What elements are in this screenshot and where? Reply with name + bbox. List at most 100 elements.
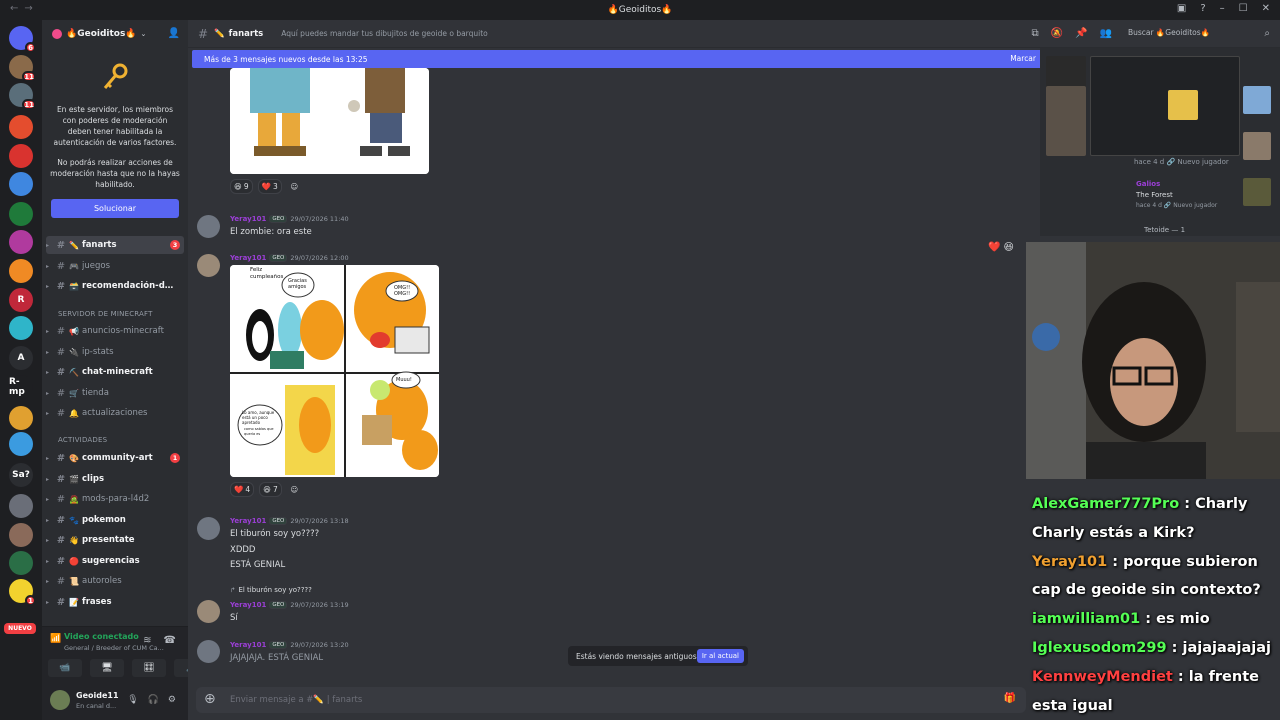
fanart-image[interactable]	[230, 68, 429, 174]
laugh-icon[interactable]: 😆	[1003, 242, 1013, 253]
server-icon[interactable]: 1	[9, 579, 36, 606]
message-author[interactable]: Yeray101	[230, 517, 266, 525]
disconnect-icon[interactable]: ☎	[164, 635, 176, 646]
hover-reactions[interactable]: ❤️ 😆	[988, 242, 1014, 253]
server-icon[interactable]: 11	[9, 55, 36, 82]
avatar[interactable]	[197, 517, 220, 540]
avatar[interactable]	[197, 600, 220, 623]
mfa-warning-text: En este servidor, los miembros con poder…	[53, 105, 177, 147]
server-icon[interactable]	[9, 259, 33, 283]
comic-image[interactable]: Feliz cumpleaños Gracias amigos OMG!! OM…	[230, 265, 439, 477]
camera-button[interactable]: 📹	[48, 659, 82, 677]
channel-item[interactable]: ▸ # 🎮 juegos	[46, 257, 184, 275]
heart-icon[interactable]: ❤️	[988, 242, 1000, 253]
reaction-pill[interactable]: 😆 9	[230, 179, 253, 194]
server-icon[interactable]	[9, 523, 33, 547]
gift-icon[interactable]: 🎁	[1004, 693, 1016, 704]
server-label: R	[17, 295, 25, 305]
gear-icon[interactable]: ⚙	[168, 695, 176, 705]
server-icon[interactable]: R	[9, 288, 33, 312]
avatar[interactable]	[50, 690, 70, 710]
server-icon[interactable]	[9, 172, 33, 196]
invite-icon[interactable]: 👤	[168, 28, 180, 39]
nav-arrows-icon[interactable]: ←→	[10, 3, 39, 14]
message-author[interactable]: Yeray101	[230, 254, 266, 262]
channel-item[interactable]: ▸ # 🔌 ip-stats	[46, 343, 184, 361]
microphone-icon[interactable]: 🎙	[127, 695, 138, 705]
server-icon[interactable]	[9, 144, 33, 168]
channel-item[interactable]: ▸ # 🔔 actualizaciones	[46, 404, 184, 422]
stream-thumbnail[interactable]	[1046, 86, 1086, 156]
server-header[interactable]: 🔥Geoiditos🔥 ⌄ 👤	[42, 20, 188, 48]
server-icon[interactable]: Sa?	[9, 463, 33, 487]
category-activities[interactable]: ACTIVIDADES	[58, 436, 107, 444]
activity-button[interactable]: 🎛	[132, 659, 166, 677]
reaction-pill[interactable]: 😆 7	[259, 482, 282, 497]
avatar[interactable]	[197, 215, 220, 238]
chevron-right-icon: ▸	[46, 368, 50, 376]
search-icon[interactable]: ⌕	[1264, 28, 1270, 39]
mark-read-button[interactable]: Marcar	[1010, 54, 1036, 63]
channel-item[interactable]: ▸ # 🎬 clips	[46, 470, 184, 488]
jump-to-present-button[interactable]: Ir al actual	[696, 649, 744, 663]
channel-item[interactable]: ▸ # 🐾 pokemon	[46, 511, 184, 529]
threads-icon[interactable]: ⧉	[1032, 28, 1039, 39]
member-name[interactable]: Galios	[1136, 180, 1160, 188]
server-icon[interactable]: 11	[9, 83, 36, 110]
server-icon[interactable]	[9, 316, 33, 340]
message-input[interactable]: ⊕ Enviar mensaje a #✏️ | fanarts 🎁	[196, 687, 1026, 713]
message-author[interactable]: Yeray101	[230, 641, 266, 649]
members-icon[interactable]: 👥	[1100, 28, 1112, 39]
maximize-icon[interactable]: ☐	[1239, 3, 1248, 14]
search-input[interactable]: Buscar 🔥Geoiditos🔥	[1128, 28, 1210, 37]
stream-thumbnail[interactable]	[1168, 90, 1198, 120]
minimize-icon[interactable]: –	[1220, 3, 1225, 14]
channel-item[interactable]: ▸ # 🎨 community-art 1	[46, 449, 184, 467]
bell-icon[interactable]: 🔕	[1051, 28, 1063, 39]
add-reaction-icon[interactable]: ☺	[287, 482, 302, 497]
channel-item[interactable]: ▸ # 📜 autoroles	[46, 572, 184, 590]
channel-item[interactable]: ▸ # 🧟 mods-para-l4d2	[46, 490, 184, 508]
noise-suppression-icon[interactable]: ≋	[143, 635, 151, 646]
headphones-icon[interactable]: 🎧	[148, 695, 159, 705]
server-icon[interactable]	[9, 551, 33, 575]
channel-topic[interactable]: Aquí puedes mandar tus dibujitos de geoi…	[281, 29, 488, 38]
channel-item[interactable]: ▸ # 📢 anuncios-minecraft	[46, 322, 184, 340]
plus-icon[interactable]: ⊕	[204, 691, 216, 707]
new-messages-banner[interactable]: Más de 3 mensajes nuevos desde las 13:25…	[192, 50, 1042, 68]
close-icon[interactable]: ✕	[1262, 3, 1270, 14]
server-icon[interactable]	[9, 432, 33, 456]
inbox-icon[interactable]: ▣	[1177, 3, 1186, 14]
server-icon[interactable]	[9, 115, 33, 139]
channel-item[interactable]: ▸ # 🗃️ recomendación-de...	[46, 277, 184, 295]
message-author[interactable]: Yeray101	[230, 601, 266, 609]
channel-item[interactable]: ▸ # 📝 frases	[46, 593, 184, 611]
pin-icon[interactable]: 📌	[1075, 28, 1087, 39]
help-icon[interactable]: ?	[1200, 3, 1205, 14]
server-icon[interactable]	[9, 494, 33, 518]
server-icon[interactable]	[9, 406, 33, 430]
avatar[interactable]	[197, 254, 220, 277]
reply-preview[interactable]: El tiburón soy yo????	[238, 586, 311, 594]
server-icon[interactable]	[9, 230, 33, 254]
channel-emoji: 📜	[69, 576, 79, 586]
screen-share-button[interactable]: 🖥	[90, 659, 124, 677]
channel-item[interactable]: ▸ # 🔴 sugerencias	[46, 552, 184, 570]
channel-item[interactable]: ▸ # ⛏️ chat-minecraft	[46, 363, 184, 381]
channel-item[interactable]: ▸ # 👋 presentate	[46, 531, 184, 549]
reaction-pill[interactable]: ❤️ 3	[257, 179, 282, 194]
channel-item[interactable]: ▸ # 🛒 tienda	[46, 384, 184, 402]
stream-thumbnail[interactable]	[1090, 56, 1240, 156]
banner-text: Más de 3 mensajes nuevos desde las 13:25	[204, 54, 368, 64]
server-icon[interactable]: R-mp	[9, 375, 33, 399]
category-minecraft[interactable]: SERVIDOR DE MINECRAFT	[58, 310, 153, 318]
reaction-pill[interactable]: ❤️ 4	[230, 482, 255, 497]
server-icon[interactable]	[9, 202, 33, 226]
fix-button[interactable]: Solucionar	[51, 199, 179, 218]
channel-item[interactable]: ▸ # ✏️ fanarts 3	[46, 236, 184, 254]
add-reaction-icon[interactable]: ☺	[287, 179, 302, 194]
message-author[interactable]: Yeray101	[230, 215, 266, 223]
server-icon[interactable]: A	[9, 346, 33, 370]
server-icon[interactable]: 6	[9, 26, 36, 53]
avatar[interactable]	[197, 640, 220, 663]
